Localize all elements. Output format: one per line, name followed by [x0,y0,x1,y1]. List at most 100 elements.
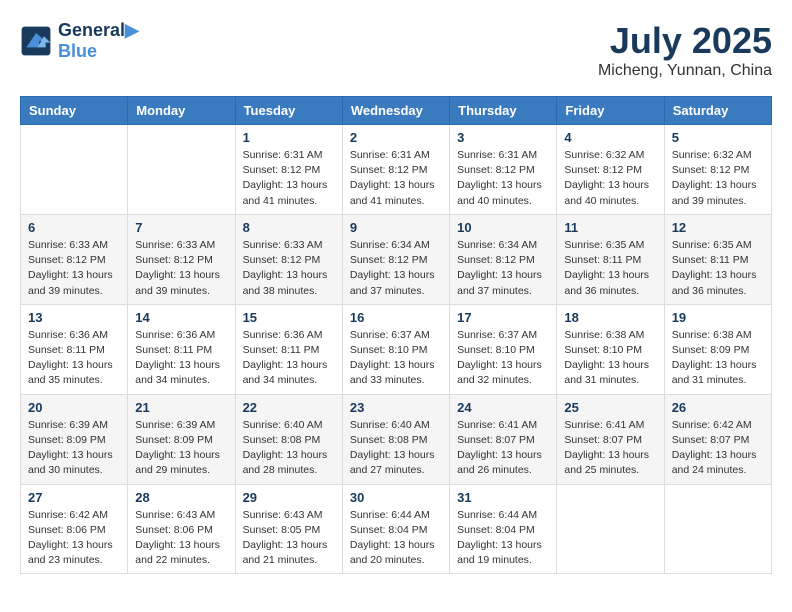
calendar-cell [21,125,128,215]
day-number: 4 [564,130,656,145]
calendar-cell: 29 Sunrise: 6:43 AM Sunset: 8:05 PM Dayli… [235,484,342,574]
calendar-cell [664,484,771,574]
day-info: Sunrise: 6:31 AM Sunset: 8:12 PM Dayligh… [243,148,335,209]
day-number: 7 [135,220,227,235]
calendar-cell: 31 Sunrise: 6:44 AM Sunset: 8:04 PM Dayli… [450,484,557,574]
day-number: 10 [457,220,549,235]
calendar-cell: 8Sunrise: 6:33 AM Sunset: 8:12 PM Daylig… [235,214,342,304]
calendar-cell: 23 Sunrise: 6:40 AM Sunset: 8:08 PM Dayli… [342,394,449,484]
calendar-cell: 20 Sunrise: 6:39 AM Sunset: 8:09 PM Dayli… [21,394,128,484]
day-number: 19 [672,310,764,325]
day-info: Sunrise: 6:40 AM Sunset: 8:08 PM Dayligh… [243,418,335,479]
calendar-cell: 4 Sunrise: 6:32 AM Sunset: 8:12 PM Daylig… [557,125,664,215]
day-info: Sunrise: 6:44 AM Sunset: 8:04 PM Dayligh… [457,508,549,569]
day-number: 28 [135,490,227,505]
day-number: 26 [672,400,764,415]
day-number: 20 [28,400,120,415]
day-number: 16 [350,310,442,325]
day-number: 29 [243,490,335,505]
calendar-week-5: 27 Sunrise: 6:42 AM Sunset: 8:06 PM Dayli… [21,484,772,574]
day-info: Sunrise: 6:31 AM Sunset: 8:12 PM Dayligh… [350,148,442,209]
day-info: Sunrise: 6:44 AM Sunset: 8:04 PM Dayligh… [350,508,442,569]
day-info: Sunrise: 6:36 AM Sunset: 8:11 PM Dayligh… [135,328,227,389]
calendar-week-4: 20 Sunrise: 6:39 AM Sunset: 8:09 PM Dayli… [21,394,772,484]
weekday-header-thursday: Thursday [450,97,557,125]
calendar-cell: 2 Sunrise: 6:31 AM Sunset: 8:12 PM Daylig… [342,125,449,215]
day-number: 25 [564,400,656,415]
day-number: 17 [457,310,549,325]
day-number: 8 [243,220,335,235]
weekday-header-saturday: Saturday [664,97,771,125]
day-number: 31 [457,490,549,505]
day-number: 30 [350,490,442,505]
calendar-cell: 5 Sunrise: 6:32 AM Sunset: 8:12 PM Daylig… [664,125,771,215]
day-info: Sunrise: 6:43 AM Sunset: 8:06 PM Dayligh… [135,508,227,569]
weekday-header-friday: Friday [557,97,664,125]
day-info: Sunrise: 6:38 AM Sunset: 8:10 PM Dayligh… [564,328,656,389]
day-number: 2 [350,130,442,145]
weekday-header-monday: Monday [128,97,235,125]
calendar-cell: 22 Sunrise: 6:40 AM Sunset: 8:08 PM Dayli… [235,394,342,484]
month-title: July 2025 [598,20,772,62]
page-header: General▶ Blue July 2025 Micheng, Yunnan,… [20,20,772,80]
day-number: 23 [350,400,442,415]
day-info: Sunrise: 6:39 AM Sunset: 8:09 PM Dayligh… [28,418,120,479]
calendar-cell: 24 Sunrise: 6:41 AM Sunset: 8:07 PM Dayli… [450,394,557,484]
calendar-cell: 1 Sunrise: 6:31 AM Sunset: 8:12 PM Daylig… [235,125,342,215]
day-info: Sunrise: 6:42 AM Sunset: 8:07 PM Dayligh… [672,418,764,479]
calendar-cell: 3Sunrise: 6:31 AM Sunset: 8:12 PM Daylig… [450,125,557,215]
day-number: 13 [28,310,120,325]
day-info: Sunrise: 6:41 AM Sunset: 8:07 PM Dayligh… [457,418,549,479]
day-number: 1 [243,130,335,145]
weekday-header-sunday: Sunday [21,97,128,125]
day-number: 6 [28,220,120,235]
day-info: Sunrise: 6:35 AM Sunset: 8:11 PM Dayligh… [564,238,656,299]
day-number: 15 [243,310,335,325]
day-info: Sunrise: 6:34 AM Sunset: 8:12 PM Dayligh… [350,238,442,299]
title-area: July 2025 Micheng, Yunnan, China [598,20,772,80]
day-info: Sunrise: 6:36 AM Sunset: 8:11 PM Dayligh… [28,328,120,389]
day-info: Sunrise: 6:36 AM Sunset: 8:11 PM Dayligh… [243,328,335,389]
calendar-cell: 9 Sunrise: 6:34 AM Sunset: 8:12 PM Daylig… [342,214,449,304]
calendar-cell: 17 Sunrise: 6:37 AM Sunset: 8:10 PM Dayli… [450,304,557,394]
calendar-header-row: SundayMondayTuesdayWednesdayThursdayFrid… [21,97,772,125]
weekday-header-tuesday: Tuesday [235,97,342,125]
calendar-cell: 25 Sunrise: 6:41 AM Sunset: 8:07 PM Dayli… [557,394,664,484]
day-number: 5 [672,130,764,145]
day-info: Sunrise: 6:38 AM Sunset: 8:09 PM Dayligh… [672,328,764,389]
day-info: Sunrise: 6:32 AM Sunset: 8:12 PM Dayligh… [564,148,656,209]
day-info: Sunrise: 6:37 AM Sunset: 8:10 PM Dayligh… [457,328,549,389]
logo-text: General▶ Blue [58,20,139,62]
day-info: Sunrise: 6:35 AM Sunset: 8:11 PM Dayligh… [672,238,764,299]
calendar-cell [557,484,664,574]
calendar-week-2: 6 Sunrise: 6:33 AM Sunset: 8:12 PM Daylig… [21,214,772,304]
day-info: Sunrise: 6:40 AM Sunset: 8:08 PM Dayligh… [350,418,442,479]
calendar-cell: 27 Sunrise: 6:42 AM Sunset: 8:06 PM Dayli… [21,484,128,574]
day-info: Sunrise: 6:42 AM Sunset: 8:06 PM Dayligh… [28,508,120,569]
day-number: 24 [457,400,549,415]
calendar-week-3: 13 Sunrise: 6:36 AM Sunset: 8:11 PM Dayli… [21,304,772,394]
calendar-cell: 19 Sunrise: 6:38 AM Sunset: 8:09 PM Dayli… [664,304,771,394]
day-info: Sunrise: 6:37 AM Sunset: 8:10 PM Dayligh… [350,328,442,389]
calendar-cell: 6 Sunrise: 6:33 AM Sunset: 8:12 PM Daylig… [21,214,128,304]
weekday-header-wednesday: Wednesday [342,97,449,125]
day-info: Sunrise: 6:31 AM Sunset: 8:12 PM Dayligh… [457,148,549,209]
day-info: Sunrise: 6:33 AM Sunset: 8:12 PM Dayligh… [135,238,227,299]
calendar-cell: 12Sunrise: 6:35 AM Sunset: 8:11 PM Dayli… [664,214,771,304]
day-number: 21 [135,400,227,415]
day-number: 27 [28,490,120,505]
day-number: 22 [243,400,335,415]
location-title: Micheng, Yunnan, China [598,62,772,80]
day-info: Sunrise: 6:43 AM Sunset: 8:05 PM Dayligh… [243,508,335,569]
day-info: Sunrise: 6:33 AM Sunset: 8:12 PM Dayligh… [28,238,120,299]
calendar-cell: 13 Sunrise: 6:36 AM Sunset: 8:11 PM Dayli… [21,304,128,394]
day-number: 11 [564,220,656,235]
day-number: 18 [564,310,656,325]
calendar-cell: 30 Sunrise: 6:44 AM Sunset: 8:04 PM Dayli… [342,484,449,574]
day-number: 9 [350,220,442,235]
calendar-cell [128,125,235,215]
day-info: Sunrise: 6:41 AM Sunset: 8:07 PM Dayligh… [564,418,656,479]
day-number: 14 [135,310,227,325]
day-info: Sunrise: 6:34 AM Sunset: 8:12 PM Dayligh… [457,238,549,299]
day-info: Sunrise: 6:32 AM Sunset: 8:12 PM Dayligh… [672,148,764,209]
